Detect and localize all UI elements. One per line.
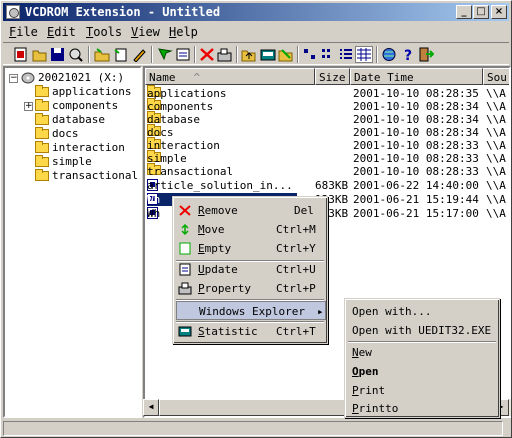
list-row[interactable]: article_solution_in... 683KB 2001-06-22 14… bbox=[145, 179, 509, 192]
tree-collapse-toggle[interactable]: − bbox=[9, 74, 18, 83]
tree-item[interactable]: docs bbox=[35, 127, 79, 140]
list-row[interactable]: components 2001-10-10 08:28:34 \\A bbox=[145, 98, 509, 113]
status-cell bbox=[3, 421, 503, 436]
toolbar-separator bbox=[194, 46, 196, 63]
column-header-source[interactable]: Sou bbox=[483, 68, 509, 85]
context-menu: Remove Del Move Ctrl+M Empty Ctrl+Y Upda… bbox=[172, 196, 328, 344]
folder-view-icon[interactable] bbox=[260, 47, 276, 62]
submenu-item-open-with[interactable]: Open with... bbox=[348, 302, 498, 321]
toolbar-separator bbox=[151, 46, 153, 63]
submenu-item-print[interactable]: Print bbox=[348, 381, 498, 400]
menu-item-update[interactable]: Update Ctrl+U bbox=[176, 260, 326, 279]
sort-arrow-icon: ^ bbox=[193, 71, 201, 84]
menu-edit[interactable]: Edit bbox=[47, 25, 76, 39]
close-button[interactable]: × bbox=[491, 5, 507, 19]
folder-tree[interactable]: − 20021021 (X:) + applications component… bbox=[3, 66, 142, 418]
list-row[interactable]: docs 2001-10-10 08:28:34 \\A bbox=[145, 124, 509, 139]
menu-item-empty[interactable]: Empty Ctrl+Y bbox=[176, 239, 326, 258]
submenu-item-open-with-uedit[interactable]: Open with UEDIT32.EXE bbox=[348, 321, 498, 340]
menu-tools[interactable]: Tools bbox=[86, 25, 122, 39]
toolbar-separator bbox=[376, 46, 378, 63]
tree-item[interactable]: database bbox=[35, 113, 105, 126]
tree-item[interactable]: transactional bbox=[35, 169, 138, 182]
svg-text:?: ? bbox=[404, 48, 412, 62]
list-row[interactable]: applications 2001-10-10 08:28:35 \\A bbox=[145, 85, 509, 100]
explorer-submenu: Open with... Open with UEDIT32.EXE New O… bbox=[344, 298, 500, 418]
small-icons-icon[interactable] bbox=[320, 47, 336, 62]
column-header-size[interactable]: Size bbox=[315, 68, 350, 85]
menu-item-statistic[interactable]: Statistic Ctrl+T bbox=[176, 322, 326, 341]
toolbar-separator bbox=[88, 46, 90, 63]
delete-icon[interactable] bbox=[199, 47, 215, 62]
up-folder-icon[interactable] bbox=[241, 47, 257, 62]
cd-drive-icon bbox=[21, 72, 35, 84]
folder-icon bbox=[35, 127, 49, 139]
menu-item-remove[interactable]: Remove Del bbox=[176, 201, 326, 220]
submenu-item-open[interactable]: Open bbox=[348, 362, 498, 381]
empty-icon bbox=[179, 242, 191, 255]
submenu-item-printto[interactable]: Printto bbox=[348, 399, 498, 418]
move-icon bbox=[181, 223, 189, 236]
window-title: VCDROM Extension - Untitled bbox=[25, 5, 221, 19]
minimize-button[interactable]: _ bbox=[456, 5, 472, 19]
search-icon[interactable] bbox=[68, 47, 84, 62]
add-folder-icon[interactable] bbox=[94, 47, 110, 62]
exit-icon[interactable] bbox=[418, 47, 434, 62]
list-row[interactable]: interaction 2001-10-10 08:28:33 \\A bbox=[145, 137, 509, 152]
tree-root-label: 20021021 (X:) bbox=[38, 71, 125, 84]
tree-item[interactable]: applications bbox=[35, 85, 131, 98]
toolbar: ? bbox=[3, 42, 509, 65]
scroll-left-icon[interactable]: ◀ bbox=[143, 399, 159, 416]
submenu-arrow-icon: ▸ bbox=[317, 305, 324, 318]
list-row[interactable]: simple 2001-10-10 08:28:33 \\A bbox=[145, 150, 509, 165]
folder-icon bbox=[35, 141, 49, 153]
menu-item-windows-explorer[interactable]: Windows Explorer ▸ bbox=[176, 301, 326, 320]
column-header-date[interactable]: Date Time bbox=[350, 68, 483, 85]
save-icon[interactable] bbox=[50, 47, 66, 62]
new-icon[interactable] bbox=[13, 47, 29, 62]
tree-expand-toggle[interactable]: + bbox=[24, 102, 33, 111]
property-icon bbox=[178, 282, 192, 295]
folder-icon bbox=[35, 85, 49, 97]
large-icons-icon[interactable] bbox=[302, 47, 318, 62]
tools-icon[interactable] bbox=[217, 47, 233, 62]
folder-icon bbox=[35, 155, 49, 167]
update-icon bbox=[179, 263, 191, 276]
edit-icon[interactable] bbox=[131, 47, 147, 62]
remove-icon bbox=[179, 205, 191, 216]
tree-item[interactable]: interaction bbox=[35, 141, 125, 154]
folder-icon bbox=[35, 99, 49, 111]
list-view-icon[interactable] bbox=[338, 47, 354, 62]
tree-root[interactable]: 20021021 (X:) bbox=[21, 71, 124, 84]
list-row[interactable]: transactional 2001-10-10 08:28:33 \\A bbox=[145, 163, 509, 178]
title-bar[interactable]: VCDROM Extension - Untitled _ □ × bbox=[3, 3, 509, 21]
menu-item-property[interactable]: Property Ctrl+P bbox=[176, 279, 326, 298]
maximize-button[interactable]: □ bbox=[473, 5, 489, 19]
status-bar bbox=[3, 419, 509, 437]
menu-bar: File Edit Tools View Help bbox=[3, 22, 509, 41]
app-cd-icon bbox=[6, 5, 20, 19]
column-header-name[interactable]: Name ^ bbox=[145, 68, 315, 85]
add-file-icon[interactable] bbox=[113, 47, 129, 62]
list-row[interactable]: database 2001-10-10 08:28:34 \\A bbox=[145, 111, 509, 126]
tree-item[interactable]: simple bbox=[35, 155, 92, 168]
toolbar-separator bbox=[297, 46, 299, 63]
properties-icon[interactable] bbox=[175, 47, 191, 62]
statistic-icon bbox=[178, 326, 192, 337]
menu-view[interactable]: View bbox=[131, 25, 160, 39]
submenu-item-new[interactable]: New bbox=[348, 343, 498, 362]
help-icon[interactable]: ? bbox=[400, 47, 416, 62]
details-view-icon[interactable] bbox=[355, 46, 373, 63]
tree-item[interactable]: components bbox=[35, 99, 118, 112]
export-icon[interactable] bbox=[278, 47, 294, 62]
rename-icon[interactable] bbox=[157, 47, 173, 62]
web-icon[interactable] bbox=[381, 47, 397, 62]
open-icon[interactable] bbox=[32, 47, 48, 62]
menu-item-move[interactable]: Move Ctrl+M bbox=[176, 220, 326, 239]
menu-help[interactable]: Help bbox=[169, 25, 198, 39]
menu-file[interactable]: File bbox=[9, 25, 38, 39]
folder-icon bbox=[35, 169, 49, 181]
toolbar-separator bbox=[236, 46, 238, 63]
folder-icon bbox=[35, 113, 49, 125]
